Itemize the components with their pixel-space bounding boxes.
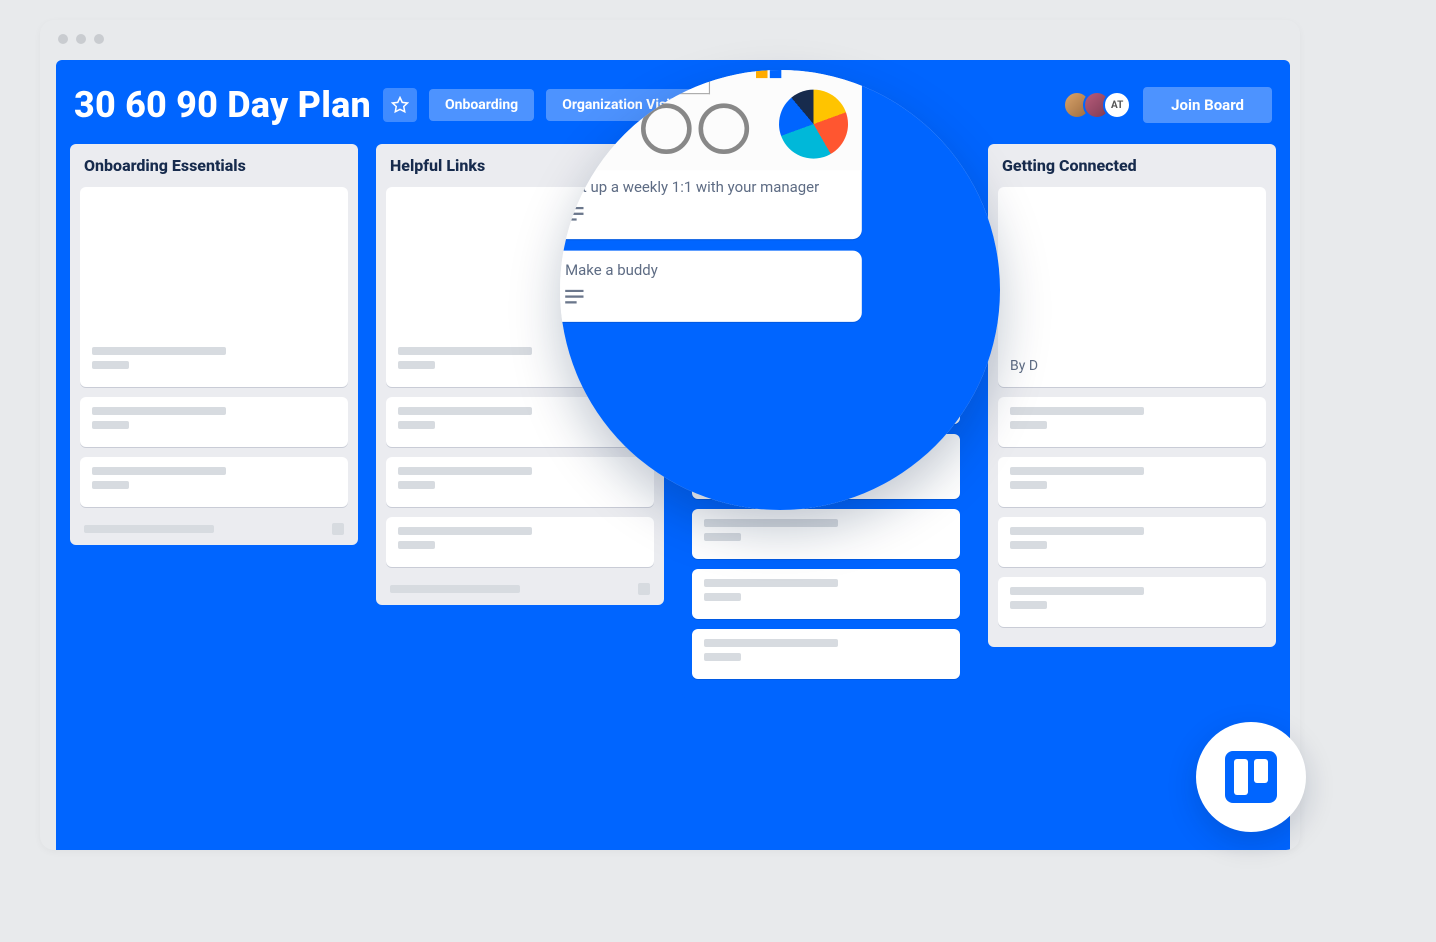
placeholder-icon xyxy=(638,583,650,595)
card[interactable] xyxy=(998,517,1266,567)
card[interactable] xyxy=(998,457,1266,507)
trello-logo-icon xyxy=(1225,751,1277,803)
card-text: By D xyxy=(1010,358,1038,374)
placeholder-line xyxy=(704,593,741,601)
window-dot[interactable] xyxy=(76,34,86,44)
placeholder-line xyxy=(398,421,435,429)
card[interactable] xyxy=(80,187,348,387)
placeholder-line xyxy=(704,653,741,661)
placeholder-line xyxy=(1010,601,1047,609)
placeholder-line xyxy=(1010,481,1047,489)
star-icon xyxy=(391,96,409,114)
placeholder-line xyxy=(704,639,838,647)
placeholder-line xyxy=(1010,527,1144,535)
list-getting-connected: Getting Connected By D xyxy=(988,144,1276,647)
placeholder-line xyxy=(92,481,129,489)
card-cover-illustration: 22 xyxy=(560,70,862,170)
trello-logo-fab[interactable] xyxy=(1196,722,1306,832)
member-avatars: AT xyxy=(1063,91,1131,119)
add-card-row[interactable] xyxy=(386,577,654,595)
wheel-icon xyxy=(641,103,692,154)
placeholder-line xyxy=(92,347,226,355)
placeholder-line xyxy=(398,347,532,355)
placeholder-line xyxy=(84,525,214,533)
placeholder-line xyxy=(1010,467,1144,475)
placeholder-line xyxy=(398,361,435,369)
card[interactable] xyxy=(80,397,348,447)
card[interactable] xyxy=(692,569,960,619)
avatar-initials[interactable]: AT xyxy=(1103,91,1131,119)
pie-chart-icon xyxy=(779,90,848,159)
window-dot[interactable] xyxy=(94,34,104,44)
placeholder-line xyxy=(704,533,741,541)
card[interactable] xyxy=(998,397,1266,447)
card[interactable] xyxy=(386,517,654,567)
card-text: Set up a weekly 1:1 with your manager xyxy=(565,179,848,196)
star-button[interactable] xyxy=(383,88,417,122)
placeholder-line xyxy=(390,585,520,593)
join-board-button[interactable]: Join Board xyxy=(1143,87,1272,123)
list-title[interactable]: Getting Connected xyxy=(998,156,1266,187)
placeholder-line xyxy=(92,361,129,369)
placeholder-line xyxy=(1010,541,1047,549)
placeholder-line xyxy=(398,527,532,535)
placeholder-line xyxy=(1010,407,1144,415)
header-right: AT Join Board xyxy=(1063,87,1272,123)
card[interactable]: By D xyxy=(998,187,1266,387)
placeholder-line xyxy=(92,467,226,475)
calendar-icon: 22 xyxy=(676,70,711,94)
magnifier-lens: Your First Week 22 Set up a weekly 1:1 w… xyxy=(560,70,1000,510)
card[interactable] xyxy=(692,629,960,679)
bar-icon xyxy=(756,70,768,78)
card[interactable] xyxy=(692,509,960,559)
wheel-icon xyxy=(699,103,750,154)
workspace-chip[interactable]: Onboarding xyxy=(429,89,534,121)
card[interactable] xyxy=(998,577,1266,627)
placeholder-line xyxy=(1010,587,1144,595)
placeholder-line xyxy=(398,407,532,415)
add-card-row[interactable] xyxy=(80,517,348,535)
placeholder-line xyxy=(398,541,435,549)
window-controls xyxy=(40,20,1300,58)
placeholder-line xyxy=(704,519,838,527)
description-icon xyxy=(565,203,583,225)
magnified-card[interactable]: 22 Set up a weekly 1:1 with your manager xyxy=(560,70,862,239)
list-title[interactable]: Onboarding Essentials xyxy=(80,156,348,187)
placeholder-line xyxy=(92,407,226,415)
board-title: 30 60 90 Day Plan xyxy=(74,84,371,126)
bar-icon xyxy=(770,70,782,78)
placeholder-line xyxy=(92,421,129,429)
placeholder-line xyxy=(398,467,532,475)
card-text: Make a buddy xyxy=(565,262,848,279)
placeholder-icon xyxy=(332,523,344,535)
window-dot[interactable] xyxy=(58,34,68,44)
magnified-card[interactable]: Make a buddy xyxy=(560,251,862,322)
card[interactable] xyxy=(80,457,348,507)
placeholder-line xyxy=(1010,421,1047,429)
placeholder-line xyxy=(704,579,838,587)
placeholder-line xyxy=(398,481,435,489)
description-icon xyxy=(565,286,583,308)
list-onboarding-essentials: Onboarding Essentials xyxy=(70,144,358,545)
